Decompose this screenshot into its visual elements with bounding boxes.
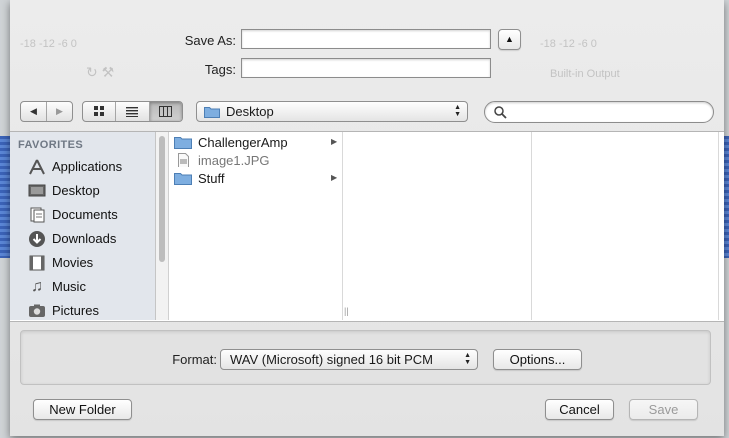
ghost-ruler-left: -18 -12 -6 0 xyxy=(20,38,77,50)
file-name: image1.JPG xyxy=(198,152,270,168)
cancel-button[interactable]: Cancel xyxy=(545,399,614,420)
ghost-output-label: Built-in Output xyxy=(550,68,620,80)
sidebar-item-applications[interactable]: Applications xyxy=(10,155,155,178)
browser-column-3 xyxy=(532,132,719,320)
sidebar-item-label: Pictures xyxy=(52,303,99,318)
sidebar: FAVORITES Applications Desktop Documents xyxy=(10,132,156,320)
music-icon: ♫ xyxy=(31,277,43,295)
sidebar-item-label: Applications xyxy=(52,159,123,174)
format-label: Format: xyxy=(172,352,217,367)
save-as-label: Save As: xyxy=(184,33,236,48)
back-button[interactable]: ◀ xyxy=(21,102,47,121)
browser-column-1: ChallengerAmp ▶ image1.JPG Stuff ▶ || xyxy=(170,132,349,320)
format-popup[interactable]: WAV (Microsoft) signed 16 bit PCM ▲ ▼ xyxy=(220,349,478,370)
tags-label: Tags: xyxy=(204,62,236,77)
folder-icon xyxy=(204,107,220,118)
pictures-icon xyxy=(27,303,47,319)
tags-field[interactable] xyxy=(241,58,491,78)
file-row-stuff[interactable]: Stuff xyxy=(174,169,225,187)
browser-column-2 xyxy=(356,132,532,320)
save-sheet: -18 -12 -6 0 -18 -12 -6 0 Built-in Outpu… xyxy=(10,0,724,436)
location-label: Desktop xyxy=(226,104,274,119)
image-file-icon xyxy=(178,153,189,167)
back-forward-control: ◀ ▶ xyxy=(20,101,73,122)
sidebar-scroll-thumb[interactable] xyxy=(159,136,165,262)
updown-arrows-icon: ▲ ▼ xyxy=(454,104,461,118)
view-mode-control xyxy=(82,101,183,122)
icon-view-button[interactable] xyxy=(83,102,117,121)
updown-arrows-icon: ▲ ▼ xyxy=(464,352,471,366)
sidebar-item-documents[interactable]: Documents xyxy=(10,203,155,226)
ghost-tool-icons: ↻ ⚒ xyxy=(86,64,115,80)
file-row-challengeramp[interactable]: ChallengerAmp xyxy=(174,133,288,151)
sidebar-item-desktop[interactable]: Desktop xyxy=(10,179,155,202)
back-arrow-icon: ◀ xyxy=(30,106,37,116)
search-field[interactable] xyxy=(484,101,714,123)
format-panel: Format: WAV (Microsoft) signed 16 bit PC… xyxy=(20,330,711,385)
location-popup[interactable]: Desktop ▲ ▼ xyxy=(196,101,468,122)
sidebar-item-music[interactable]: ♫ Music xyxy=(10,275,155,298)
forward-button[interactable]: ▶ xyxy=(47,102,72,121)
downloads-icon xyxy=(27,230,47,247)
applications-icon xyxy=(27,159,47,175)
movies-icon xyxy=(27,255,47,271)
list-view-button[interactable] xyxy=(116,102,150,121)
sidebar-item-movies[interactable]: Movies xyxy=(10,251,155,274)
triangle-up-icon: ▲ xyxy=(505,34,514,44)
icon-view-icon xyxy=(93,106,104,116)
file-name: Stuff xyxy=(198,170,225,186)
sidebar-heading: FAVORITES xyxy=(18,139,84,151)
sidebar-item-label: Music xyxy=(52,279,86,294)
sidebar-item-label: Desktop xyxy=(52,183,100,198)
column-view-button[interactable] xyxy=(149,102,182,121)
expand-dialog-button[interactable]: ▲ xyxy=(498,29,521,50)
forward-arrow-icon: ▶ xyxy=(56,106,63,116)
folder-icon xyxy=(174,137,192,149)
search-input[interactable] xyxy=(511,104,710,121)
sidebar-item-label: Downloads xyxy=(52,231,117,246)
file-row-image1[interactable]: image1.JPG xyxy=(174,151,270,169)
column-view-icon xyxy=(159,106,173,117)
sidebar-item-label: Movies xyxy=(52,255,94,270)
sidebar-item-downloads[interactable]: Downloads xyxy=(10,227,155,250)
save-button[interactable]: Save xyxy=(629,399,698,420)
sidebar-item-label: Documents xyxy=(52,207,118,222)
disclosure-arrow-icon: ▶ xyxy=(331,173,338,182)
documents-icon xyxy=(27,207,47,223)
sidebar-item-pictures[interactable]: Pictures xyxy=(10,299,155,320)
column-resize-handle[interactable]: || xyxy=(344,306,349,316)
search-icon xyxy=(494,106,507,119)
new-folder-button[interactable]: New Folder xyxy=(33,399,132,420)
ghost-ruler-right: -18 -12 -6 0 xyxy=(540,38,597,50)
file-name: ChallengerAmp xyxy=(198,134,288,150)
save-as-field[interactable] xyxy=(241,29,491,49)
disclosure-arrow-icon: ▶ xyxy=(331,137,338,146)
folder-icon xyxy=(174,173,192,185)
desktop-icon xyxy=(27,183,47,199)
list-view-icon xyxy=(126,107,139,117)
format-selected-value: WAV (Microsoft) signed 16 bit PCM xyxy=(230,352,433,367)
options-button[interactable]: Options... xyxy=(493,349,582,370)
file-browser: FAVORITES Applications Desktop Documents xyxy=(10,131,724,322)
